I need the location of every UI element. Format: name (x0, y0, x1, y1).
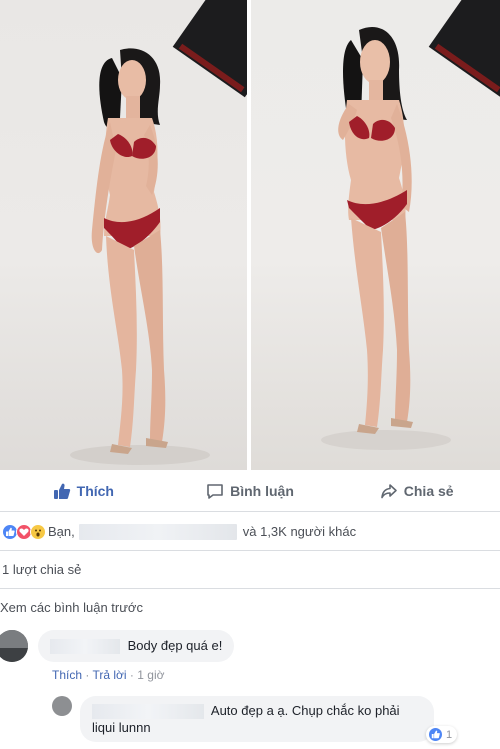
reaction-count-number: 1 (446, 728, 453, 741)
share-button[interactable]: Chia sẻ (333, 482, 500, 500)
post-photos (0, 0, 500, 470)
blurred-commenter-name[interactable] (50, 639, 120, 655)
reactions-prefix: Bạn, (48, 524, 75, 539)
like-button[interactable]: Thích (0, 482, 167, 500)
reactions-summary[interactable]: Bạn, và 1,3K người khác (0, 513, 500, 551)
photo-right[interactable] (251, 0, 500, 470)
photo-left[interactable] (0, 0, 247, 470)
reactions-suffix: và 1,3K người khác (242, 524, 357, 539)
reply-reaction-count[interactable]: 1 (426, 726, 458, 743)
like-button-label: Thích (76, 482, 114, 499)
reply-comment: Auto đẹp a ạ. Chụp chắc ko phải liqui lu… (52, 696, 434, 743)
share-arrow-icon (380, 482, 398, 500)
reply-text-line2: liqui lunnn (92, 720, 151, 736)
reaction-icons (2, 523, 46, 540)
blurred-commenter-name[interactable] (92, 704, 204, 720)
comment-button[interactable]: Bình luận (167, 482, 334, 500)
comment-actions: Thích · Trả lời · 1 giờ (52, 668, 165, 682)
shares-text: 1 lượt chia sẻ (2, 562, 82, 577)
comment: Body đẹp quá e! (0, 630, 235, 662)
blurred-names (78, 523, 237, 540)
view-previous-comments-link[interactable]: Xem các bình luận trước (0, 600, 143, 615)
model-figure-left (70, 48, 210, 465)
model-figure-right (321, 26, 451, 450)
avatar[interactable] (0, 630, 28, 662)
comment-like-link[interactable]: Thích (52, 668, 82, 682)
avatar[interactable] (52, 696, 72, 716)
comment-button-label: Bình luận (230, 482, 294, 499)
like-reaction-icon (428, 727, 443, 742)
shares-count[interactable]: 1 lượt chia sẻ (0, 551, 500, 589)
share-button-label: Chia sẻ (403, 482, 454, 499)
reply-text-line1: Auto đẹp a ạ. Chụp chắc ko phải (210, 703, 400, 718)
wow-reaction-icon (30, 523, 46, 540)
comment-reply-link[interactable]: Trả lời (92, 668, 126, 682)
reply-bubble: Auto đẹp a ạ. Chụp chắc ko phải liqui lu… (80, 696, 434, 743)
thumbs-up-icon (53, 482, 71, 500)
comment-text: Body đẹp quá e! (127, 638, 223, 653)
post-action-bar: Thích Bình luận Chia sẻ (0, 470, 500, 512)
comment-bubble-icon (206, 482, 224, 500)
comment-timestamp: 1 giờ (137, 668, 165, 682)
comment-bubble: Body đẹp quá e! (38, 630, 235, 662)
